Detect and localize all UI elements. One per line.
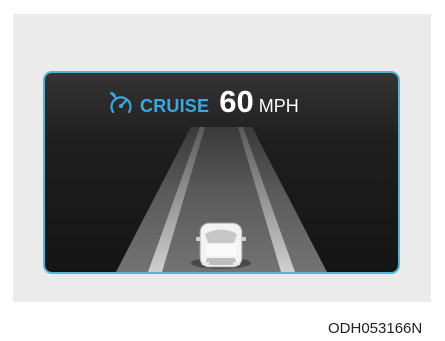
cluster-display: CRUISE 60 MPH <box>43 71 400 274</box>
cruise-label: CRUISE <box>140 96 210 116</box>
vehicle-icon <box>191 222 251 269</box>
speed-unit: MPH <box>258 96 299 116</box>
cruise-gauge-icon <box>110 92 132 114</box>
figure-code: ODH053166N <box>328 320 423 337</box>
cruise-status-row: CRUISE 60 MPH <box>108 85 299 117</box>
set-speed-value: 60 <box>219 84 254 119</box>
